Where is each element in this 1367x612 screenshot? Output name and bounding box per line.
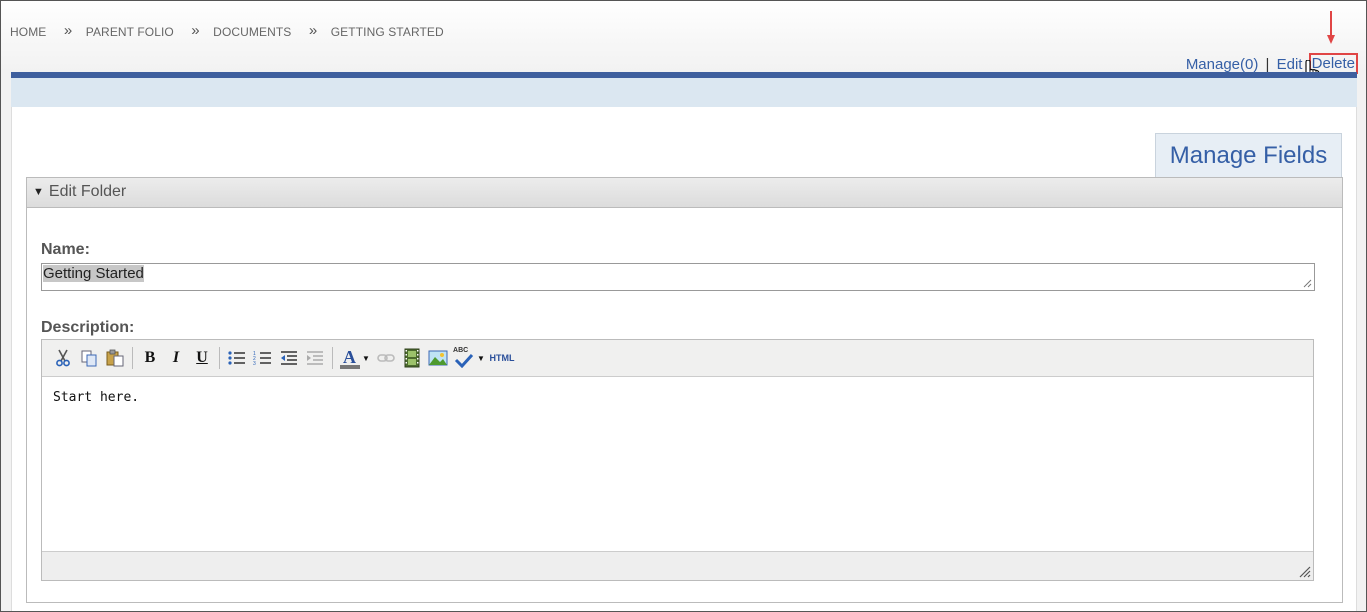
html-icon[interactable]: HTML [487, 346, 517, 370]
bold-glyph: B [144, 349, 156, 366]
edit-folder-title: Edit Folder [48, 183, 127, 200]
breadcrumb: HOME » PARENT FOLIO » DOCUMENTS » GETTIN… [10, 22, 444, 40]
name-field-value: Getting Started [43, 265, 144, 282]
breadcrumb-separator: » [308, 22, 318, 39]
italic-icon[interactable]: I [163, 346, 189, 370]
copy-icon[interactable] [76, 346, 102, 370]
description-label: Description: [41, 319, 135, 336]
editor-status-bar [42, 551, 1313, 580]
italic-glyph: I [172, 349, 180, 366]
resize-grip-icon[interactable] [1297, 564, 1311, 578]
underline-glyph: U [196, 349, 208, 366]
description-editor: B I U 123 A ▼ ABC ▼ HTML Start here. [41, 339, 1314, 581]
numbered-list-icon[interactable]: 123 [250, 346, 276, 370]
action-separator: | [1265, 56, 1270, 73]
edit-link[interactable]: Edit [1277, 56, 1303, 73]
breadcrumb-getting-started: GETTING STARTED [330, 25, 444, 39]
bullet-list-icon[interactable] [224, 346, 250, 370]
manage-link[interactable]: Manage(0) [1186, 56, 1259, 73]
spellcheck-text: ABC [453, 347, 469, 354]
indent-icon[interactable] [302, 346, 328, 370]
toolbar-separator [219, 347, 220, 369]
paste-icon[interactable] [102, 346, 128, 370]
edit-folder-header[interactable]: ▼ Edit Folder [27, 178, 1342, 208]
link-icon[interactable] [373, 346, 399, 370]
description-content[interactable]: Start here. [42, 377, 1313, 551]
breadcrumb-parent-folio[interactable]: PARENT FOLIO [86, 25, 174, 39]
bold-icon[interactable]: B [137, 346, 163, 370]
font-color-icon[interactable]: A ▼ [337, 346, 373, 370]
outdent-icon[interactable] [276, 346, 302, 370]
name-label: Name: [41, 241, 90, 258]
toolbar-separator [132, 347, 133, 369]
collapse-triangle-icon: ▼ [33, 186, 44, 198]
dropdown-arrow-icon: ▼ [477, 353, 485, 363]
toolbar-separator [332, 347, 333, 369]
resize-grip-icon[interactable] [1302, 278, 1312, 288]
underline-icon[interactable]: U [189, 346, 215, 370]
tab-manage-fields[interactable]: Manage Fields [1155, 133, 1342, 177]
dropdown-arrow-icon: ▼ [362, 353, 370, 363]
breadcrumb-separator: » [191, 22, 200, 39]
annotation-arrow-icon [1327, 11, 1335, 44]
breadcrumb-separator: » [63, 22, 73, 39]
cut-icon[interactable] [50, 346, 76, 370]
subheader-bar [11, 78, 1357, 107]
editor-toolbar: B I U 123 A ▼ ABC ▼ HTML [42, 340, 1313, 377]
breadcrumb-home[interactable]: HOME [10, 25, 46, 39]
font-color-swatch: A [340, 347, 361, 369]
spellcheck-glyph-wrap: ABC [453, 347, 475, 369]
color-bar [340, 365, 361, 369]
app-frame: HOME » PARENT FOLIO » DOCUMENTS » GETTIN… [0, 0, 1367, 612]
image-icon[interactable] [425, 346, 451, 370]
svg-text:3: 3 [253, 361, 256, 367]
description-text: Start here. [53, 390, 140, 405]
name-field[interactable]: Getting Started [41, 263, 1315, 291]
html-glyph: HTML [489, 353, 515, 363]
spellcheck-icon[interactable]: ABC ▼ [451, 346, 487, 370]
breadcrumb-documents[interactable]: DOCUMENTS [213, 25, 291, 39]
edit-folder-panel: ▼ Edit Folder Name: Getting Started Descr… [26, 177, 1343, 603]
media-icon[interactable] [399, 346, 425, 370]
